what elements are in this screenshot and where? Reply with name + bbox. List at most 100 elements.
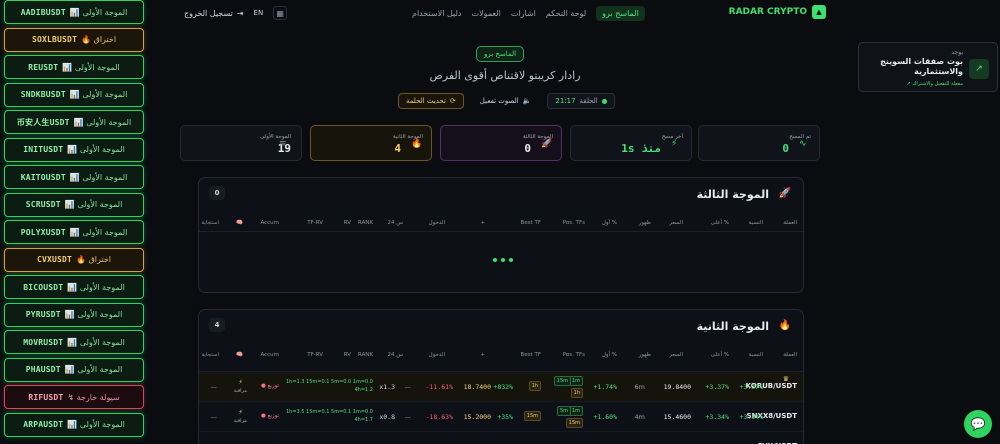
row-extra: —	[210, 413, 218, 421]
nav-signals[interactable]: اشارات	[511, 9, 536, 18]
row-tfrv-4h: 4h=1.2	[354, 387, 374, 393]
column-header[interactable]: RANK	[358, 352, 373, 358]
column-header[interactable]: أول %	[602, 352, 617, 358]
row-extra: —	[210, 383, 218, 391]
chat-button[interactable]: 💬	[964, 410, 992, 438]
column-header[interactable]: Best TF	[521, 220, 541, 226]
row-price: 19.8400	[663, 383, 691, 391]
sidebar-signal-item[interactable]: PHAUSDT 📊 الموجة الأولى	[4, 357, 144, 382]
nav-scanner-pro[interactable]: الماسح برو	[596, 6, 645, 21]
fire-icon: 🔥	[411, 139, 423, 149]
column-header[interactable]: السعر	[669, 352, 683, 358]
column-header[interactable]: استجابة	[201, 220, 219, 226]
column-header[interactable]: 24 س	[388, 352, 403, 358]
column-header[interactable]: Pos. TFs	[563, 220, 585, 226]
column-header[interactable]: Best TF	[521, 352, 541, 358]
column-header[interactable]: RV	[344, 352, 351, 358]
sidebar-signal-item[interactable]: CVXUSDT 🔥 اختراق	[4, 247, 144, 272]
sidebar-signal-item[interactable]: KAITOUSDT 📊 الموجة الأولى	[4, 165, 144, 189]
brand-logo[interactable]: RADAR CRYPTO ▲	[729, 5, 826, 19]
sidebar-signal-item[interactable]: SCRUSDT 📊 الموجة الأولى	[4, 192, 144, 217]
row-rv: x0.8	[379, 413, 395, 421]
signal-tag: 📊 الموجة الأولى	[69, 90, 128, 99]
row-24h: -11.61%	[425, 383, 453, 391]
sidebar-signal-item[interactable]: REUSDT 📊 الموجة الأولى	[4, 55, 144, 79]
column-header[interactable]: Accum	[260, 352, 279, 358]
column-header[interactable]: RANK	[358, 220, 373, 226]
wave3-title: الموجة الثالثة	[696, 188, 769, 201]
column-header[interactable]: +	[480, 352, 485, 358]
main-nav: دليل الاستخدام العمولات اشارات لوحة التح…	[412, 6, 645, 21]
promo-link[interactable]: ↗ مفعلة للتفعيل والاشتراك	[907, 81, 963, 87]
chat-icon: 💬	[970, 417, 986, 431]
sidebar-signal-item[interactable]: POLYXUSDT 📊 الموجة الأولى	[4, 220, 144, 244]
row-entry: 18.7400	[463, 383, 491, 391]
column-header[interactable]: أول %	[602, 220, 617, 226]
column-header[interactable]: استجابة	[201, 352, 219, 358]
signal-symbol: SOXLBUSDT	[31, 35, 78, 44]
sidebar-signal-item[interactable]: RIFUSDT ↯ سيولة خارجة	[4, 385, 144, 409]
sidebar-signal-item[interactable]: AADIBUSDT 📊 الموجة الأولى	[4, 0, 144, 24]
sidebar-signal-item[interactable]: BICOUSDT 📊 الموجة الأولى	[4, 275, 144, 299]
rocket-icon: 🚀	[541, 139, 553, 149]
column-header[interactable]: TF-RV	[307, 220, 323, 226]
column-header[interactable]: أعلى %	[711, 220, 729, 226]
column-header[interactable]: 🧠	[236, 352, 243, 358]
sound-toggle[interactable]: الصوت تفعيل 🔈	[473, 93, 539, 109]
rocket-icon: 🚀	[778, 188, 791, 199]
nav-dashboard[interactable]: لوحة التحكم	[546, 9, 586, 18]
sidebar-signal-item[interactable]: ARPAUSDT 📊 الموجة الأولى	[4, 412, 144, 437]
table-row[interactable]: SNXX8/USDT +3.34% +3.34% 15.4600 4m +1.60% 1m 5…	[199, 402, 803, 432]
sound-label: الصوت تفعيل	[479, 97, 519, 105]
signal-symbol: CVXUSDT	[36, 255, 73, 264]
sidebar-signal-item[interactable]: MOVRUSDT 📊 الموجة الأولى	[4, 330, 144, 354]
language-toggle[interactable]: EN	[254, 9, 264, 17]
column-header[interactable]: +	[480, 220, 485, 226]
grid-icon[interactable]: ▦	[273, 6, 288, 20]
sidebar-signal-item[interactable]: INITUSDT 📊 الموجة الأولى	[4, 137, 144, 162]
signal-tag: 🔥 اختراق	[76, 255, 112, 264]
column-header[interactable]: العملة	[783, 352, 797, 358]
row-response: مراقبة	[233, 388, 247, 394]
column-header[interactable]: ظهور	[639, 352, 651, 358]
signal-symbol: PYRUSDT	[25, 310, 61, 319]
cycle-clock: 21:17 الحلقة	[547, 93, 615, 109]
logout-button[interactable]: تسجيل الخروج ⇥	[184, 9, 244, 18]
table-row[interactable]: CVX/USDT+3.19%+3.19%1.19603m+3.19%1.1960…	[199, 432, 803, 444]
nav-commissions[interactable]: العمولات	[471, 9, 500, 18]
column-header[interactable]: أعلى %	[711, 352, 729, 358]
signal-tag: 🔥 اختراق	[81, 35, 117, 44]
live-dot-icon	[601, 98, 607, 104]
column-header[interactable]: النسبة	[749, 220, 763, 226]
nav-guide[interactable]: دليل الاستخدام	[412, 9, 461, 18]
column-header[interactable]: 🧠	[236, 220, 243, 226]
sidebar-signal-item[interactable]: SNDKBUSDT 📊 الموجة الأولى	[4, 82, 144, 107]
column-header[interactable]: السعر	[669, 220, 683, 226]
column-header[interactable]: Pos. TFs	[563, 352, 585, 358]
signal-tag: ↯ سيولة خارجة	[67, 392, 120, 402]
signal-tag: 📊 الموجة الأولى	[73, 117, 132, 127]
column-header[interactable]: العملة	[783, 220, 797, 226]
refresh-button[interactable]: تحديث الحلمة ⟳	[398, 93, 464, 109]
sidebar-signal-item[interactable]: SOXLBUSDT 🔥 اختراق	[4, 27, 144, 52]
column-header[interactable]: TF-RV	[307, 352, 323, 358]
column-header[interactable]: Accum	[260, 220, 279, 226]
signal-tag: 📊 الموجة الأولى	[64, 200, 123, 209]
bot-promo-card[interactable]: يوجد بوت صفقات السوينج والاستثمارية ↗ مف…	[858, 42, 998, 92]
logout-icon: ⇥	[236, 8, 244, 18]
table-row[interactable]: KORUB/USDT +3.37% +3.37% 19.8400 6m +1.74% 1m 1…	[199, 372, 803, 402]
row-rank: —	[404, 413, 412, 421]
row-tfrv-4h: 4h=1.7	[354, 417, 374, 423]
sidebar-signal-item[interactable]: 币安人生USDT 📊 الموجة الأولى	[4, 110, 144, 134]
column-header[interactable]: ظهور	[639, 220, 651, 226]
column-header[interactable]: RV	[344, 220, 351, 226]
top-bar: تسجيل الخروج ⇥ EN ▦ دليل الاستخدام العمو…	[150, 0, 1000, 28]
sidebar-signal-item[interactable]: PYRUSDT 📊 الموجة الأولى	[4, 302, 144, 327]
scanner-badge: الماسح برو	[476, 46, 525, 62]
accum-badge: ● توزيع	[260, 383, 279, 389]
column-header[interactable]: الدخول	[429, 220, 445, 226]
pulse-icon: ∿	[799, 139, 807, 149]
column-header[interactable]: 24 س	[388, 220, 403, 226]
column-header[interactable]: النسبة	[749, 352, 763, 358]
column-header[interactable]: الدخول	[429, 352, 445, 358]
